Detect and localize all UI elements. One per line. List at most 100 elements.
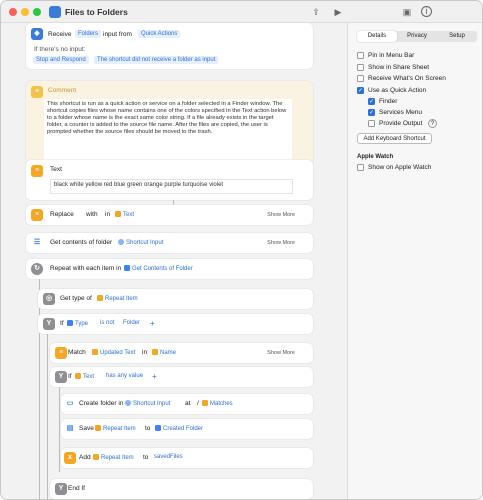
receive-screen-label: Receive What's On Screen (368, 75, 446, 82)
if-condition[interactable]: is not (100, 320, 114, 326)
add-condition-button[interactable]: + (150, 319, 155, 328)
receive-type[interactable]: Folders (75, 30, 102, 38)
receive-card: ◈ Receive Folders input from Quick Actio… (26, 23, 313, 69)
match-card: ≡ Match Updated Text in Name Show More (50, 343, 313, 363)
provide-output-label: Provide Output (379, 120, 423, 127)
folder-token-icon (124, 265, 130, 271)
if-card: Y If Text has any value + (50, 367, 313, 387)
comment-icon: ≡ (31, 86, 43, 98)
info-icon[interactable]: i (421, 6, 432, 17)
receive-source[interactable]: Quick Actions (138, 30, 181, 38)
text-title: Text (50, 166, 62, 173)
path-slash: / (197, 400, 199, 407)
save-file-icon: ▤ (66, 425, 74, 432)
quick-action-label: Use as Quick Action (368, 87, 427, 94)
editor-canvas: ◈ Receive Folders input from Quick Actio… (1, 23, 347, 499)
minimize-button[interactable] (21, 8, 29, 16)
replace-in: in (105, 211, 111, 218)
receive-screen-checkbox[interactable] (357, 75, 364, 82)
get-contents-label: Get contents of folder (50, 239, 113, 246)
create-folder-at: at (185, 400, 191, 407)
updated-text-token[interactable]: Updated Text (92, 349, 135, 356)
receive-label: Receive (48, 31, 72, 38)
text-token-icon (75, 373, 81, 379)
run-icon[interactable]: ▶ (332, 6, 344, 18)
if-label: If (60, 320, 64, 327)
repeat-indent-line (39, 279, 40, 499)
name-token-icon (152, 349, 158, 355)
repeat-token[interactable]: Get Contents of Folder (124, 265, 193, 272)
if-icon: Y (43, 318, 55, 330)
add-condition-button[interactable]: + (152, 372, 157, 381)
repeat-icon: ↻ (31, 263, 43, 275)
if-value[interactable]: Folder (123, 320, 140, 326)
saved-files-variable[interactable]: savedFiles (154, 454, 183, 460)
end-if-card: Y End If (50, 479, 313, 499)
title-bar: Files to Folders ⇪ ▶ ▣ i (1, 1, 482, 23)
if-label: If (68, 373, 72, 380)
created-folder-token[interactable]: Created Folder (155, 425, 203, 432)
show-more-button[interactable]: Show More (267, 212, 295, 218)
shortcut-input-icon (118, 239, 124, 245)
shortcut-icon (49, 6, 61, 18)
if-icon: Y (55, 483, 67, 495)
input-from-label: input from (103, 31, 132, 38)
zoom-button[interactable] (33, 8, 41, 16)
if-condition[interactable]: has any value (106, 373, 143, 379)
quick-action-checkbox[interactable]: ✓ (357, 87, 364, 94)
if-indent-line (59, 387, 60, 472)
show-watch-label: Show on Apple Watch (368, 164, 432, 171)
add-card: x Add Repeat Item to savedFiles (61, 448, 313, 468)
stop-respond[interactable]: Stop and Respond (33, 56, 89, 64)
window-title: Files to Folders (65, 7, 128, 17)
matches-token[interactable]: Matches (202, 400, 233, 407)
match-in: in (142, 349, 148, 356)
repeat-item-token[interactable]: Repeat Item (97, 295, 138, 302)
shortcut-input-token[interactable]: Shortcut Input (125, 400, 170, 407)
text-field[interactable]: black white yellow red blue green orange… (50, 179, 293, 194)
add-label: Add (79, 454, 91, 461)
repeat-item-token[interactable]: Repeat Item (93, 454, 134, 461)
show-watch-checkbox[interactable] (357, 164, 364, 171)
shortcut-input-token[interactable]: Shortcut Input (118, 239, 163, 246)
text-token[interactable]: Text (75, 373, 94, 380)
type-token[interactable]: Type (67, 320, 88, 327)
tab-setup[interactable]: Setup (437, 31, 477, 42)
repeat-item-icon (95, 425, 101, 431)
help-icon[interactable]: ? (428, 119, 437, 128)
provide-output-checkbox[interactable] (368, 120, 375, 127)
created-folder-icon (155, 425, 161, 431)
create-folder-label: Create folder in (79, 400, 124, 407)
tab-privacy[interactable]: Privacy (397, 31, 437, 42)
app-window: Files to Folders ⇪ ▶ ▣ i ◈ Receive Folde… (0, 0, 483, 500)
library-icon[interactable]: ▣ (401, 6, 413, 18)
add-keyboard-shortcut-button[interactable]: Add Keyboard Shortcut (357, 133, 432, 144)
share-sheet-label: Show in Share Sheet (368, 64, 430, 71)
show-more-button[interactable]: Show More (267, 240, 295, 246)
end-if-label: End If (68, 485, 85, 492)
show-more-button[interactable]: Show More (267, 350, 295, 356)
pin-menu-bar-label: Pin in Menu Bar (368, 52, 415, 59)
replace-text-token[interactable]: Text (115, 211, 134, 218)
share-sheet-checkbox[interactable] (357, 64, 364, 71)
repeat-item-icon (97, 295, 103, 301)
share-icon[interactable]: ⇪ (310, 6, 322, 18)
matches-icon (202, 400, 208, 406)
repeat-item-token[interactable]: Repeat Item (95, 425, 136, 432)
updated-text-icon (92, 349, 98, 355)
respond-message[interactable]: The shortcut did not receive a folder as… (94, 56, 219, 64)
pin-menu-bar-checkbox[interactable] (357, 52, 364, 59)
save-label: Save (79, 425, 94, 432)
replace-label: Replace (50, 211, 74, 218)
replace-with: with (86, 211, 98, 218)
comment-title: Comment (48, 87, 77, 94)
finder-checkbox[interactable]: ✓ (368, 98, 375, 105)
close-button[interactable] (9, 8, 17, 16)
if-indent-line (47, 334, 48, 499)
get-contents-card: ☰ Get contents of folder Shortcut Input … (26, 233, 313, 253)
services-menu-checkbox[interactable]: ✓ (368, 109, 375, 116)
tab-details[interactable]: Details (357, 31, 397, 42)
type-token-icon (67, 320, 73, 326)
name-token[interactable]: Name (152, 349, 176, 356)
comment-text[interactable]: This shortcut is run as a quick action o… (44, 99, 292, 165)
